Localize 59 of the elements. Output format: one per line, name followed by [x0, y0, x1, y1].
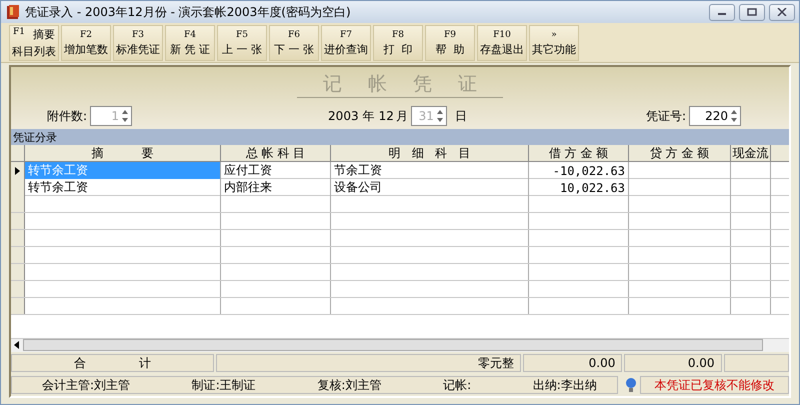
- maximize-button[interactable]: [739, 4, 765, 20]
- column-header: 现金流: [731, 145, 771, 161]
- year-text: 2003: [328, 109, 359, 123]
- signature-text: 记帐:: [443, 376, 472, 394]
- credit-total: 0.00: [624, 354, 722, 372]
- signature-text: 会计主管:刘主管: [42, 376, 130, 394]
- book-icon: [5, 4, 21, 20]
- day-unit: 日: [454, 108, 467, 124]
- spinner-arrows-icon[interactable]: [436, 108, 444, 124]
- amount-in-words: 零元整: [216, 354, 522, 372]
- month-text: 12: [378, 109, 394, 123]
- table-cell[interactable]: 内部往来: [221, 179, 331, 196]
- toolbar-button[interactable]: F7 进价查询: [321, 25, 371, 61]
- table-cell[interactable]: 应付工资: [221, 162, 331, 179]
- toolbar-button[interactable]: F2 增加笔数: [61, 25, 111, 61]
- toolbar-button[interactable]: F10 存盘退出: [477, 25, 527, 61]
- total-label: 合 计: [11, 354, 214, 372]
- minimize-button[interactable]: [709, 4, 735, 20]
- debit-total: 0.00: [523, 354, 622, 372]
- table-cell[interactable]: 10,022.63: [529, 179, 629, 196]
- toolbar-button[interactable]: F4 新 凭 证: [165, 25, 215, 61]
- lightbulb-icon: [624, 376, 638, 394]
- scrollbar-thumb[interactable]: [23, 339, 763, 351]
- spinner-arrows-icon[interactable]: [121, 108, 130, 124]
- column-header: 总 帐 科 目: [221, 145, 331, 161]
- table-cell[interactable]: 节余工资: [331, 162, 529, 179]
- toolbar-button[interactable]: F3 标准凭证: [113, 25, 163, 61]
- column-header: 摘 要: [25, 145, 221, 161]
- month-unit: 月: [396, 108, 408, 124]
- column-header: 明 细 科 目: [331, 145, 529, 161]
- attachments-label: 附件数:: [47, 108, 88, 124]
- window-title: 凭证录入 - 2003年12月份 - 演示套帐2003年度(密码为空白): [25, 4, 352, 20]
- toolbar-button[interactable]: F9 帮 助: [425, 25, 475, 61]
- toolbar-button[interactable]: F1 摘要 科目列表: [9, 25, 59, 61]
- toolbar-button[interactable]: F6 下 一 张: [269, 25, 319, 61]
- section-label: 凭证分录: [11, 129, 789, 145]
- voucher-number-field[interactable]: 220: [689, 106, 741, 126]
- column-header: 借 方 金 额: [529, 145, 629, 161]
- signature-text: 出纳:李出纳: [532, 376, 597, 394]
- signature-text: 制证:王制证: [192, 376, 256, 394]
- toolbar-button[interactable]: F5 上 一 张: [217, 25, 267, 61]
- status-message: 本凭证已复核不能修改: [640, 376, 789, 394]
- toolbar-button[interactable]: » 其它功能: [529, 25, 579, 61]
- signature-text: 复核:刘主管: [317, 376, 382, 394]
- maximize-icon[interactable]: [747, 8, 757, 16]
- row-header[interactable]: [11, 162, 25, 179]
- current-row-icon: [15, 166, 20, 174]
- year-unit: 年: [362, 108, 375, 124]
- table-cell[interactable]: -10,022.63: [529, 162, 629, 179]
- horizontal-scrollbar[interactable]: [11, 338, 789, 352]
- table-cell[interactable]: 转节余工资: [25, 179, 221, 196]
- close-button[interactable]: [769, 4, 795, 20]
- spinner-arrows-icon[interactable]: [730, 108, 738, 124]
- column-header: 贷 方 金 额: [629, 145, 731, 161]
- toolbar-button[interactable]: F8 打 印: [373, 25, 423, 61]
- voucher-title: 记帐凭证: [297, 71, 503, 98]
- table-cell[interactable]: 设备公司: [331, 179, 529, 196]
- voucher-number-label: 凭证号:: [646, 108, 686, 124]
- close-icon[interactable]: [777, 8, 787, 16]
